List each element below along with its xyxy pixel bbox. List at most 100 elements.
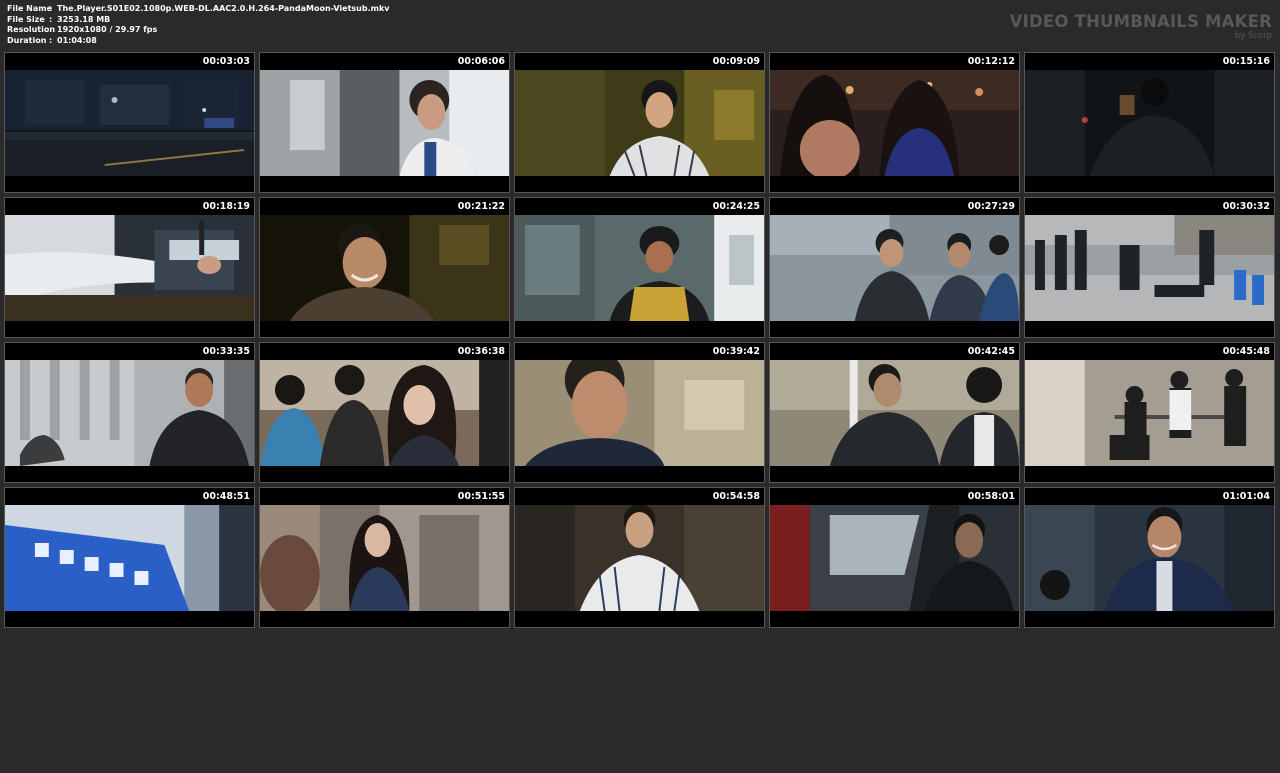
timestamp-label: 00:24:25 bbox=[712, 201, 760, 212]
frame-artwork bbox=[1025, 505, 1274, 611]
frame-artwork bbox=[260, 505, 509, 611]
frame-artwork bbox=[5, 70, 254, 176]
video-frame-image bbox=[515, 505, 764, 611]
separator: : bbox=[49, 25, 53, 34]
thumbnail-grid: 00:03:03 00:06:06 00:09:09 00:12:12 00:15:16… bbox=[4, 52, 1275, 773]
video-frame-image bbox=[5, 505, 254, 611]
brand-subtitle: by Scorp bbox=[1234, 31, 1272, 41]
video-frame-image bbox=[515, 215, 764, 321]
timestamp-label: 00:27:29 bbox=[967, 201, 1015, 212]
timestamp-label: 00:09:09 bbox=[712, 56, 760, 67]
timestamp-label: 00:48:51 bbox=[202, 491, 250, 502]
frame-artwork bbox=[260, 215, 509, 321]
frame-artwork bbox=[770, 70, 1019, 176]
video-frame-image bbox=[260, 505, 509, 611]
video-frame-image bbox=[770, 360, 1019, 466]
timestamp-label: 00:33:35 bbox=[202, 346, 250, 357]
thumbnail-cell[interactable]: 00:48:51 bbox=[4, 487, 255, 628]
thumbnail-cell[interactable]: 00:27:29 bbox=[769, 197, 1020, 338]
timestamp-label: 00:58:01 bbox=[967, 491, 1015, 502]
video-frame-image bbox=[5, 360, 254, 466]
timestamp-label: 00:30:32 bbox=[1222, 201, 1270, 212]
separator: : bbox=[49, 14, 53, 24]
file-name-row: File Name : The.Player.S01E02.1080p.WEB-… bbox=[7, 4, 390, 15]
thumbnail-cell[interactable]: 00:06:06 bbox=[259, 52, 510, 193]
thumbnail-cell[interactable]: 00:15:16 bbox=[1024, 52, 1275, 193]
file-info-panel: File Name : The.Player.S01E02.1080p.WEB-… bbox=[7, 4, 390, 46]
timestamp-label: 00:12:12 bbox=[967, 56, 1015, 67]
timestamp-label: 00:42:45 bbox=[967, 346, 1015, 357]
timestamp-label: 00:06:06 bbox=[457, 56, 505, 67]
thumbnail-cell[interactable]: 00:36:38 bbox=[259, 342, 510, 483]
frame-artwork bbox=[515, 360, 764, 466]
video-frame-image bbox=[5, 215, 254, 321]
frame-artwork bbox=[260, 360, 509, 466]
resolution-label: Resolution bbox=[7, 25, 56, 34]
frame-artwork bbox=[1025, 70, 1274, 176]
frame-artwork bbox=[5, 215, 254, 321]
frame-artwork bbox=[515, 70, 764, 176]
timestamp-label: 01:01:04 bbox=[1222, 491, 1270, 502]
file-size-label: File Size bbox=[7, 14, 45, 24]
timestamp-label: 00:21:22 bbox=[457, 201, 505, 212]
timestamp-label: 00:45:48 bbox=[1222, 346, 1270, 357]
timestamp-label: 00:18:19 bbox=[202, 201, 250, 212]
brand-title: VIDEO THUMBNAILS MAKER bbox=[1009, 12, 1272, 31]
frame-artwork bbox=[260, 70, 509, 176]
frame-artwork bbox=[1025, 215, 1274, 321]
thumbnail-cell[interactable]: 00:12:12 bbox=[769, 52, 1020, 193]
video-frame-image bbox=[260, 215, 509, 321]
thumbnail-cell[interactable]: 00:42:45 bbox=[769, 342, 1020, 483]
frame-artwork bbox=[770, 215, 1019, 321]
thumbnail-cell[interactable]: 00:24:25 bbox=[514, 197, 765, 338]
file-size-value: 3253.18 MB bbox=[57, 14, 111, 24]
frame-artwork bbox=[770, 505, 1019, 611]
video-frame-image bbox=[515, 70, 764, 176]
frame-artwork bbox=[5, 505, 254, 611]
thumbnail-cell[interactable]: 00:45:48 bbox=[1024, 342, 1275, 483]
video-frame-image bbox=[515, 360, 764, 466]
video-frame-image bbox=[1025, 70, 1274, 176]
duration-label: Duration bbox=[7, 35, 47, 45]
duration-row: Duration : 01:04:08 bbox=[7, 36, 390, 47]
separator: : bbox=[49, 4, 53, 13]
frame-artwork bbox=[515, 505, 764, 611]
brand-watermark: VIDEO THUMBNAILS MAKER by Scorp bbox=[1010, 12, 1272, 41]
video-frame-image bbox=[1025, 215, 1274, 321]
thumbnail-cell[interactable]: 00:33:35 bbox=[4, 342, 255, 483]
video-frame-image bbox=[1025, 505, 1274, 611]
file-name-value: The.Player.S01E02.1080p.WEB-DL.AAC2.0.H.… bbox=[57, 4, 390, 13]
file-name-label: File Name bbox=[7, 4, 53, 13]
video-frame-image bbox=[260, 360, 509, 466]
thumbnail-cell[interactable]: 00:30:32 bbox=[1024, 197, 1275, 338]
frame-artwork bbox=[770, 360, 1019, 466]
thumbnail-cell[interactable]: 01:01:04 bbox=[1024, 487, 1275, 628]
frame-artwork bbox=[515, 215, 764, 321]
resolution-value: 1920x1080 / 29.97 fps bbox=[57, 25, 158, 34]
file-size-row: File Size : 3253.18 MB bbox=[7, 15, 390, 26]
video-frame-image bbox=[770, 215, 1019, 321]
thumbnail-cell[interactable]: 00:21:22 bbox=[259, 197, 510, 338]
thumbnail-cell[interactable]: 00:39:42 bbox=[514, 342, 765, 483]
thumbnail-cell[interactable]: 00:58:01 bbox=[769, 487, 1020, 628]
timestamp-label: 00:36:38 bbox=[457, 346, 505, 357]
thumbnail-cell[interactable]: 00:54:58 bbox=[514, 487, 765, 628]
frame-artwork bbox=[1025, 360, 1274, 466]
thumbnail-cell[interactable]: 00:51:55 bbox=[259, 487, 510, 628]
timestamp-label: 00:39:42 bbox=[712, 346, 760, 357]
timestamp-label: 00:03:03 bbox=[202, 56, 250, 67]
thumbnail-cell[interactable]: 00:03:03 bbox=[4, 52, 255, 193]
frame-artwork bbox=[5, 360, 254, 466]
thumbnail-cell[interactable]: 00:09:09 bbox=[514, 52, 765, 193]
separator: : bbox=[49, 35, 53, 45]
resolution-row: Resolution : 1920x1080 / 29.97 fps bbox=[7, 25, 390, 36]
timestamp-label: 00:51:55 bbox=[457, 491, 505, 502]
video-frame-image bbox=[770, 505, 1019, 611]
video-frame-image bbox=[5, 70, 254, 176]
thumbnail-cell[interactable]: 00:18:19 bbox=[4, 197, 255, 338]
timestamp-label: 00:15:16 bbox=[1222, 56, 1270, 67]
timestamp-label: 00:54:58 bbox=[712, 491, 760, 502]
video-frame-image bbox=[1025, 360, 1274, 466]
video-frame-image bbox=[770, 70, 1019, 176]
video-frame-image bbox=[260, 70, 509, 176]
